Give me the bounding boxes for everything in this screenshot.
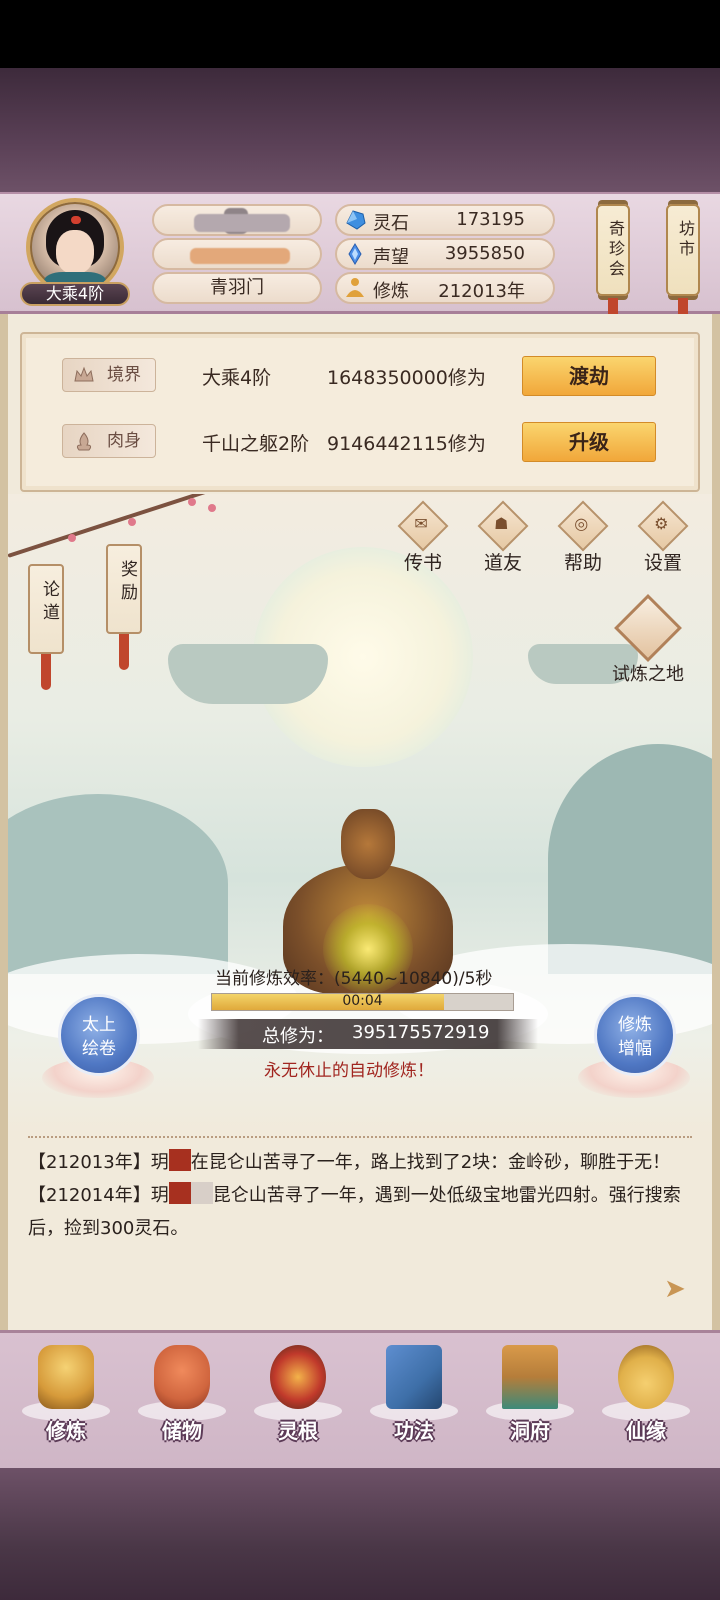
nav-spirit-root[interactable]: 灵根 [248,1339,348,1459]
nav-techniques[interactable]: 功法 [364,1339,464,1459]
crown-icon [74,366,94,382]
cultivator-head [341,809,395,879]
nav-immortal-fate[interactable]: 仙缘 [596,1339,696,1459]
plum-blossom [188,498,196,506]
scroll-orb-button[interactable]: 太上 绘卷 [42,994,154,1104]
mountain [548,744,712,974]
reputation-counter: 声望 3955850 [335,238,555,270]
redacted-block [168,1149,191,1171]
body-xp: 9146442115修为 [327,433,486,455]
rank-badge: 大乘4阶 [20,282,130,306]
tassel-ornament [41,654,51,690]
pouch-icon [154,1345,210,1409]
body-tag: 肉身 [62,424,156,458]
stats-panel: 境界 大乘4阶 1648350000修为 渡劫 肉身 千山之躯2阶 914644… [20,332,700,492]
player-title [152,238,322,270]
realm-tag: 境界 [62,358,156,392]
plum-blossom [128,518,136,526]
spirit-root-icon [270,1345,326,1409]
sect-name: 青羽门 [152,272,322,304]
bottom-backdrop [0,1468,720,1600]
boost-orb-button[interactable]: 修炼 增幅 [578,994,690,1104]
realm-level: 大乘4阶 [202,367,272,389]
golden-monk-icon [38,1345,94,1409]
plum-blossom [208,504,216,512]
log-divider [28,1136,692,1146]
status-bar [0,0,720,68]
trial-ground-button[interactable]: 试炼之地 [598,594,698,686]
market-button[interactable]: 坊市 [666,204,700,296]
discuss-dao-button[interactable]: 论道 [28,564,64,654]
nav-cultivate[interactable]: 修炼 [16,1339,116,1459]
envelope-icon: ✉ [414,513,428,533]
progress-timer: 00:04 [342,993,383,1009]
reputation-icon [348,243,362,265]
gourd-icon [618,1345,674,1409]
nav-cave-dwelling[interactable]: 洞府 [480,1339,580,1459]
next-page-arrow-icon[interactable]: ➤ [664,1274,686,1304]
flame-icon [76,432,92,451]
player-name [152,204,322,236]
total-cultivation-value: 395175572919 [352,1022,490,1043]
book-icon [386,1345,442,1409]
tribulation-button[interactable]: 渡劫 [522,356,656,396]
realm-row: 境界 大乘4阶 1648350000修为 渡劫 [62,356,662,396]
avatar[interactable]: 大乘4阶 [20,198,130,306]
main-panel: 境界 大乘4阶 1648350000修为 渡劫 肉身 千山之躯2阶 914644… [0,314,720,1330]
bottom-nav: 修炼 储物 灵根 功法 洞府 仙缘 [0,1330,720,1468]
body-row: 肉身 千山之躯2阶 9146442115修为 升级 [62,422,662,462]
letters-button[interactable]: ✉ 传书 [386,500,460,575]
gear-icon: ⚙ [654,514,669,534]
help-icon: ◎ [574,514,589,534]
upgrade-button[interactable]: 升级 [522,422,656,462]
cultivation-efficiency: 当前修炼效率：(5440~10840)/5秒 [215,969,493,989]
treasure-fair-button[interactable]: 奇珍会 [596,204,630,296]
cultivation-years-counter: 修炼 212013年 [335,272,555,304]
event-log[interactable]: 【212013年】玥 在昆仑山苦寻了一年，路上找到了2块：金岭砂，聊胜于无！ 【2… [28,1146,688,1245]
redacted-block [190,1182,213,1204]
body-level: 千山之躯2阶 [202,433,310,455]
tassel-ornament [119,634,129,670]
settings-button[interactable]: ⚙ 设置 [626,500,700,575]
header-bar: 大乘4阶 青羽门 灵石 173195 声望 3955850 修炼 212013年 [0,192,720,326]
log-entry: 【212013年】玥 在昆仑山苦寻了一年，路上找到了2块：金岭砂，聊胜于无！ [28,1146,688,1179]
nav-storage[interactable]: 储物 [132,1339,232,1459]
spirit-stone-counter: 灵石 173195 [335,204,555,236]
cultivation-boost-orb: 修炼 增幅 [594,994,676,1076]
auto-cultivation-text: 永无休止的自动修炼！ [264,1061,434,1081]
plum-blossom [68,534,76,542]
friends-button[interactable]: ☗ 道友 [466,500,540,575]
meditation-icon [346,278,364,297]
log-entry: 【212014年】玥 昆仑山苦寻了一年，遇到一处低级宝地雷光四射。强行搜索后，捡到… [28,1179,688,1245]
spirit-stone-icon [346,210,366,230]
redacted-block [168,1182,191,1204]
ship-icon [614,594,682,662]
reward-button[interactable]: 奖励 [106,544,142,634]
cultivation-progress-bar: 00:04 [211,993,514,1011]
pavilion-icon [502,1345,558,1409]
floating-island [168,644,328,704]
help-button[interactable]: ◎ 帮助 [546,500,620,575]
top-backdrop [0,68,720,192]
realm-xp: 1648350000修为 [327,367,486,389]
mountain [8,794,228,974]
total-cultivation-label: 总修为： [262,1026,334,1047]
taishang-scroll-orb: 太上 绘卷 [58,994,140,1076]
person-icon: ☗ [494,514,509,534]
